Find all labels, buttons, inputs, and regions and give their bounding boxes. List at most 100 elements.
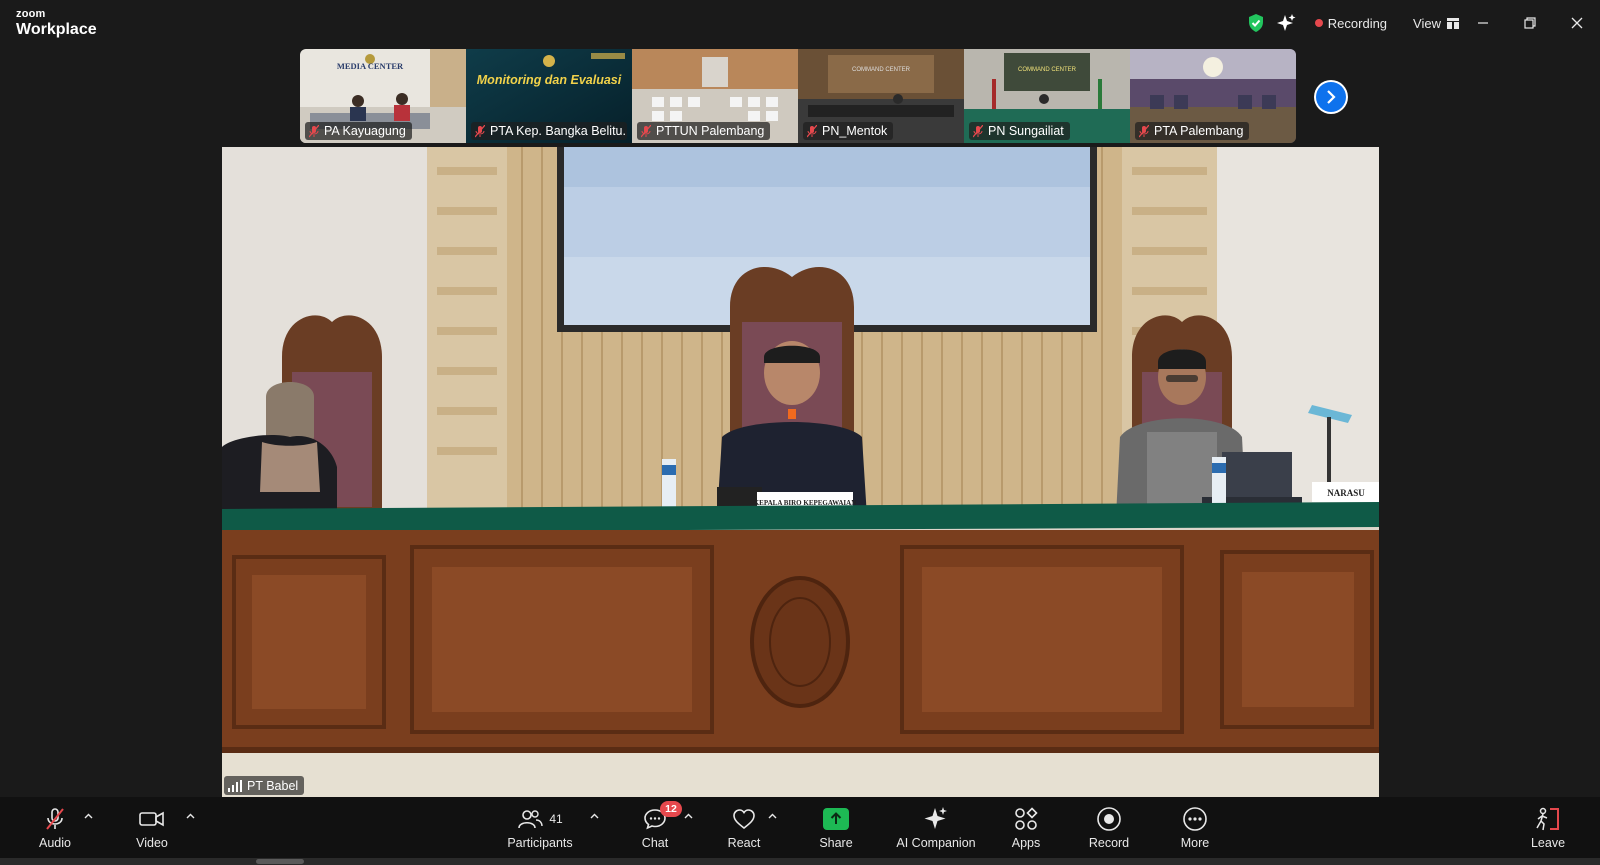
share-screen-icon [823, 808, 849, 830]
record-icon [1097, 807, 1121, 831]
mic-muted-icon [973, 124, 983, 137]
participant-tile[interactable]: Monitoring dan Evaluasi PTA Kep. Bangka … [466, 49, 632, 143]
more-button[interactable]: More [1174, 805, 1216, 855]
recording-label: Recording [1327, 15, 1388, 31]
participant-name-tag: PTA Kep. Bangka Belitu... [471, 122, 627, 140]
meeting-toolbar: Audio Video 41 Participants 12 Chat Reac… [0, 797, 1600, 865]
view-label: View [1413, 15, 1441, 31]
participant-name-tag: PA Kayuagung [305, 122, 412, 140]
participant-tile[interactable]: COMMAND CENTER PN Sungailiat [964, 49, 1130, 143]
chevron-right-icon [1327, 90, 1336, 104]
command-center-sign: COMMAND CENTER [1018, 67, 1076, 73]
participants-count: 41 [549, 812, 563, 826]
participant-name: PA Kayuagung [324, 124, 406, 138]
participant-tile[interactable]: COMMAND CENTER PN_Mentok [798, 49, 964, 143]
view-button[interactable]: View [1413, 16, 1459, 31]
participants-options-caret[interactable] [588, 811, 600, 821]
logo-line2: Workplace [16, 21, 97, 38]
command-center-sign: COMMAND CENTER [852, 67, 910, 73]
signal-strength-icon [228, 779, 242, 792]
apps-icon [1015, 807, 1038, 830]
active-speaker-video[interactable]: KEPALA BIRO KEPEGAWAIAN NARASU PT Babel [222, 147, 1379, 797]
mic-muted-icon [641, 124, 651, 137]
chevron-up-icon [84, 813, 92, 819]
shield-check-icon[interactable] [1245, 12, 1267, 34]
chat-label: Chat [641, 836, 669, 850]
recording-dot-icon [1314, 19, 1323, 27]
restore-button[interactable] [1506, 0, 1553, 46]
participant-name: PN Sungailiat [988, 124, 1064, 138]
video-camera-icon [139, 811, 164, 827]
ai-companion-button[interactable]: AI Companion [892, 805, 980, 855]
horizontal-scrollbar[interactable] [0, 858, 1600, 865]
grid-view-icon [1447, 17, 1459, 29]
mic-muted-icon [46, 808, 64, 830]
participant-name: PTTUN Palembang [656, 124, 765, 138]
record-label: Record [1088, 836, 1130, 850]
participant-name-tag: PTTUN Palembang [637, 122, 771, 140]
ai-companion-label: AI Companion [896, 836, 976, 850]
react-options-caret[interactable] [766, 811, 778, 821]
zoom-meeting-window: zoom Workplace Recording View MEDIA CENT… [0, 0, 1600, 865]
leave-label: Leave [1530, 836, 1566, 850]
ai-sparkle-icon[interactable] [1275, 12, 1297, 34]
chevron-up-icon [590, 813, 598, 819]
sparkle-icon [924, 807, 947, 829]
participant-tile[interactable]: PTA Palembang [1130, 49, 1296, 143]
more-icon [1183, 807, 1207, 831]
video-label: Video [136, 836, 168, 850]
mic-muted-icon [475, 124, 485, 137]
media-center-sign: MEDIA CENTER [336, 61, 404, 71]
chevron-up-icon [186, 813, 194, 819]
leave-button[interactable]: Leave [1528, 805, 1568, 855]
participant-name-tag: PN Sungailiat [969, 122, 1070, 140]
share-screen-button[interactable]: Share [814, 805, 858, 855]
chat-unread-badge: 12 [660, 801, 682, 817]
more-label: More [1180, 836, 1210, 850]
participant-tile[interactable]: MEDIA CENTER PA Kayuagung [300, 49, 466, 143]
apps-label: Apps [1011, 836, 1041, 850]
participant-name-tag: PN_Mentok [803, 122, 894, 140]
video-frame: KEPALA BIRO KEPEGAWAIAN NARASU [222, 147, 1379, 797]
speaker-name: PT Babel [247, 778, 299, 793]
video-button[interactable]: Video [131, 805, 173, 855]
banner-title: Monitoring dan Evaluasi [476, 73, 622, 87]
audio-button[interactable]: Audio [34, 805, 76, 855]
title-bar: zoom Workplace Recording View [0, 0, 1600, 46]
participants-icon [518, 810, 544, 829]
participants-button[interactable]: 41 Participants [505, 805, 575, 855]
minimize-button[interactable] [1459, 0, 1506, 46]
participant-name: PTA Palembang [1154, 124, 1244, 138]
recording-indicator[interactable]: Recording [1314, 15, 1388, 31]
participant-name: PN_Mentok [822, 124, 888, 138]
record-button[interactable]: Record [1084, 805, 1134, 855]
participant-thumbnail-strip: MEDIA CENTER PA Kayuagung Monitoring dan… [300, 49, 1296, 143]
apps-button[interactable]: Apps [1006, 805, 1046, 855]
react-label: React [727, 836, 761, 850]
next-page-button[interactable] [1314, 80, 1348, 114]
logo-line1: zoom [16, 8, 46, 20]
mic-muted-icon [807, 124, 817, 137]
chevron-up-icon [768, 813, 776, 819]
close-icon [1571, 17, 1582, 29]
restore-icon [1523, 17, 1536, 29]
participants-label: Participants [507, 836, 573, 850]
participant-name-tag: PTA Palembang [1135, 122, 1250, 140]
video-options-caret[interactable] [184, 811, 196, 821]
leave-icon [1536, 807, 1559, 831]
audio-options-caret[interactable] [82, 811, 94, 821]
chat-button[interactable]: 12 Chat [633, 801, 682, 855]
chat-options-caret[interactable] [682, 811, 694, 821]
audio-label: Audio [39, 836, 71, 850]
chevron-up-icon [684, 813, 692, 819]
share-label: Share [819, 836, 853, 850]
minimize-icon [1477, 22, 1488, 24]
scrollbar-thumb[interactable] [256, 859, 304, 864]
nameplate-right: NARASU [1327, 488, 1365, 498]
app-logo: zoom Workplace [16, 9, 97, 38]
mic-muted-icon [1139, 124, 1149, 137]
react-button[interactable]: React [722, 805, 766, 855]
close-button[interactable] [1553, 0, 1600, 46]
participant-tile[interactable]: PTTUN Palembang [632, 49, 798, 143]
heart-icon [733, 809, 755, 830]
